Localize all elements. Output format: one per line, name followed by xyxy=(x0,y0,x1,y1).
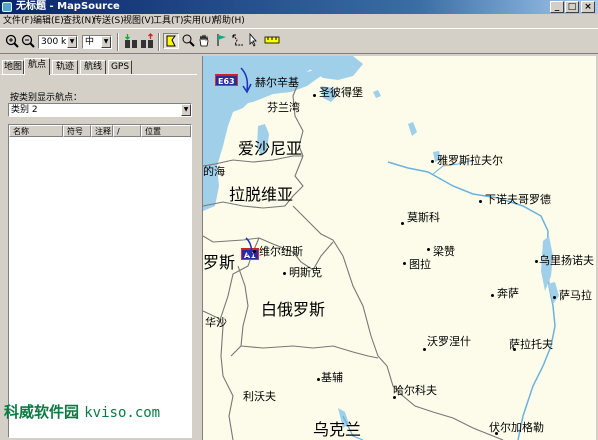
column-separator[interactable]: / xyxy=(113,125,141,137)
menu-tools[interactable]: 工具(T) xyxy=(153,15,184,27)
place-label: 圣彼得堡 xyxy=(319,86,363,99)
menu-help[interactable]: 帮助(H) xyxy=(213,15,245,27)
place-label: 白俄罗斯 xyxy=(261,300,326,319)
map-view[interactable]: E63 A1 赫尔辛基 芬兰湾 圣彼得堡 爱沙尼亚 的海 拉脱维亚 雅罗斯拉夫尔… xyxy=(202,56,596,440)
window-title: 无标题 - MapSource xyxy=(16,1,120,12)
category-select[interactable]: 类别 2 ▼ xyxy=(8,103,192,117)
hand-tool-icon[interactable] xyxy=(196,33,212,49)
city-dot xyxy=(535,260,538,263)
place-label: 奔萨 xyxy=(497,287,519,300)
place-label: 基辅 xyxy=(321,371,343,384)
place-label: 华沙 xyxy=(205,316,227,329)
city-dot xyxy=(553,296,556,299)
place-label: 维尔纽斯 xyxy=(259,245,303,258)
watermark-url: kviso.com xyxy=(84,405,161,421)
place-label: 利沃夫 xyxy=(243,390,276,403)
pen-annotation xyxy=(240,67,252,94)
watermark: 科威软件园 kviso.com xyxy=(4,401,160,422)
place-label: 拉脱维亚 xyxy=(229,185,294,204)
zoom-in-icon[interactable] xyxy=(4,33,20,49)
place-label: 赫尔辛基 xyxy=(255,76,299,89)
title-bar: 无标题 - MapSource _ □ × xyxy=(0,0,598,14)
city-dot xyxy=(403,262,406,265)
tab-tracks[interactable]: 轨迹 xyxy=(52,60,78,74)
place-label: 乌里扬诺夫 xyxy=(539,254,594,267)
detail-select[interactable]: 中 ▼ xyxy=(82,35,112,49)
left-panel: 地图 航点 轨迹 航线 GPS 按类别显示航点： 类别 2 ▼ 名称 符号 注释… xyxy=(0,56,198,440)
tab-routes[interactable]: 航线 xyxy=(80,60,106,74)
toolbar-separator xyxy=(117,33,119,51)
app-icon xyxy=(2,2,12,12)
highway-shield[interactable]: E63 xyxy=(215,74,238,86)
city-dot xyxy=(313,94,316,97)
column-symbol[interactable]: 符号 xyxy=(63,125,91,137)
city-dot xyxy=(401,222,404,225)
place-label: 萨马拉 xyxy=(559,289,592,302)
ruler-icon[interactable] xyxy=(264,33,280,49)
zoom-out-icon[interactable] xyxy=(20,33,36,49)
column-comment[interactable]: 注释 xyxy=(91,125,113,137)
measure-tool-icon[interactable] xyxy=(246,32,262,49)
city-dot xyxy=(253,250,256,253)
place-label: 哈尔科夫 xyxy=(393,384,437,397)
chevron-down-icon: ▼ xyxy=(101,36,111,48)
menu-utilities[interactable]: 实用(U) xyxy=(183,15,215,27)
place-label: 伏尔加格勒 xyxy=(489,421,544,434)
place-label: 萨拉托夫 xyxy=(509,338,553,351)
receive-from-device-icon[interactable] xyxy=(123,33,139,49)
send-to-device-icon[interactable] xyxy=(139,33,155,49)
tab-waypoints[interactable]: 航点 xyxy=(24,58,50,75)
chevron-down-icon: ▼ xyxy=(67,36,77,48)
waypoint-tool-icon[interactable] xyxy=(214,33,230,49)
place-label: 芬兰湾 xyxy=(267,101,300,114)
city-dot xyxy=(423,348,426,351)
place-label: 罗斯 xyxy=(203,253,236,272)
category-value: 类别 2 xyxy=(11,105,38,115)
zoom-tool-icon[interactable] xyxy=(180,33,196,49)
detail-value: 中 xyxy=(85,37,95,47)
place-label: 雅罗斯拉夫尔 xyxy=(437,154,503,167)
column-name[interactable]: 名称 xyxy=(9,125,63,137)
scale-select[interactable]: 300 km ▼ xyxy=(38,35,78,49)
toolbar: 300 km ▼ 中 ▼ xyxy=(0,28,598,54)
place-label: 梁赞 xyxy=(433,245,455,258)
waypoint-list[interactable]: 名称 符号 注释 / 位置 xyxy=(8,124,192,438)
place-label: 乌克兰 xyxy=(313,420,362,439)
toolbar-separator xyxy=(158,33,160,51)
minimize-button[interactable]: _ xyxy=(550,1,564,13)
place-label: 的海 xyxy=(203,165,225,178)
pen-annotation xyxy=(245,237,256,259)
city-dot xyxy=(479,200,482,203)
tab-map[interactable]: 地图 xyxy=(2,60,24,74)
place-label: 明斯克 xyxy=(289,266,322,279)
place-label: 莫斯科 xyxy=(407,211,440,224)
select-tool-icon[interactable] xyxy=(163,33,179,49)
maximize-button[interactable]: □ xyxy=(565,1,579,13)
display-by-category-label: 按类别显示航点： xyxy=(10,93,83,103)
menu-transfer[interactable]: 传送(S) xyxy=(93,15,124,27)
route-tool-icon[interactable] xyxy=(230,33,246,49)
menu-bar: 文件(F) 编辑(E) 查找(N) 传送(S) 视图(V) 工具(T) 实用(U… xyxy=(0,14,598,28)
watermark-text: 科威软件园 xyxy=(4,403,80,421)
menu-edit[interactable]: 编辑(E) xyxy=(33,15,64,27)
column-position[interactable]: 位置 xyxy=(141,125,191,137)
city-dot xyxy=(283,272,286,275)
place-label: 下诺夫哥罗德 xyxy=(485,193,551,206)
city-dot xyxy=(431,160,434,163)
menu-file[interactable]: 文件(F) xyxy=(3,15,33,27)
city-dot xyxy=(427,248,430,251)
chevron-down-icon: ▼ xyxy=(181,104,191,116)
menu-view[interactable]: 视图(V) xyxy=(123,15,154,27)
city-dot xyxy=(491,294,494,297)
place-label: 图拉 xyxy=(409,258,431,271)
city-dot xyxy=(317,378,320,381)
place-label: 沃罗涅什 xyxy=(427,335,471,348)
place-label: 爱沙尼亚 xyxy=(238,139,303,158)
tab-gps[interactable]: GPS xyxy=(108,60,132,74)
close-button[interactable]: × xyxy=(581,1,595,13)
menu-find[interactable]: 查找(N) xyxy=(63,15,95,27)
